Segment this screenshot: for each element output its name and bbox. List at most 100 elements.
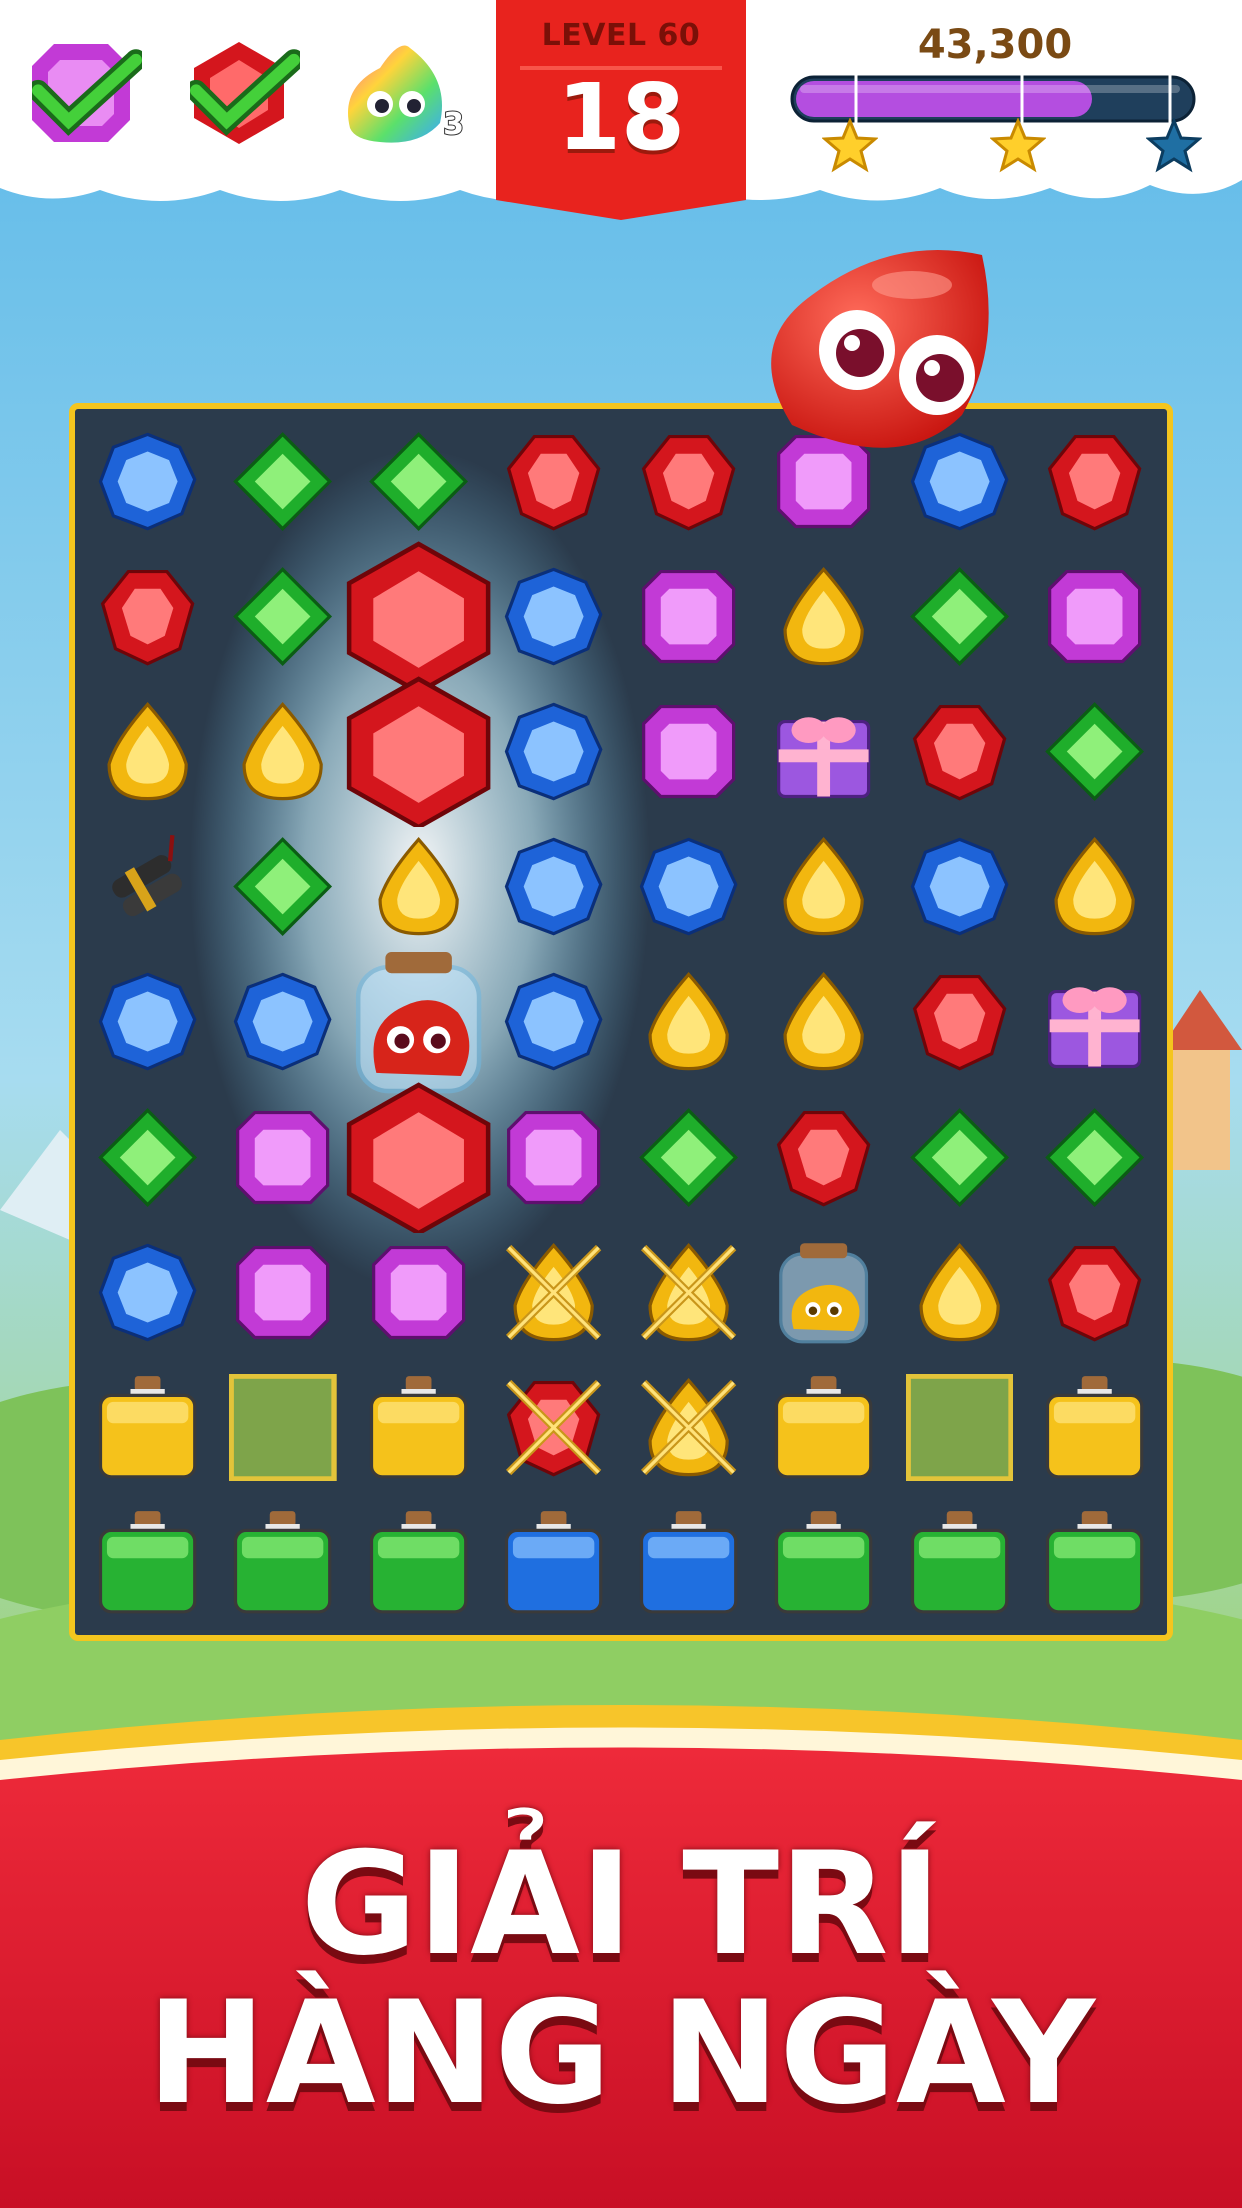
- board-cell-red-gem[interactable]: [906, 968, 1013, 1075]
- board-cell-chained-yellow-gem[interactable]: [500, 1239, 607, 1346]
- board-cell-blue-gem[interactable]: [94, 1239, 201, 1346]
- board-cell-chained-yellow-gem[interactable]: [635, 1374, 742, 1481]
- board-cell-chained-yellow-gem[interactable]: [635, 1239, 742, 1346]
- board-cell-red-gem[interactable]: [94, 563, 201, 670]
- green-gem-icon: [233, 567, 333, 667]
- board-cell-blue-gem[interactable]: [635, 833, 742, 940]
- red-gem-icon: [506, 434, 601, 531]
- moves-counter: 18: [556, 64, 686, 171]
- board-cell-blue-potion[interactable]: [635, 1509, 742, 1616]
- blue-gem-icon: [504, 567, 603, 666]
- board-cell-green-gem[interactable]: [1041, 698, 1148, 805]
- board-cell-green-gem[interactable]: [906, 563, 1013, 670]
- board-cell-purple-gem[interactable]: [500, 1104, 607, 1211]
- board-cell-green-potion[interactable]: [229, 1509, 336, 1616]
- blue-gem-icon: [504, 837, 603, 936]
- board-cell-yellow-potion[interactable]: [365, 1374, 472, 1481]
- board-cell-empty-slot[interactable]: [905, 1373, 1014, 1482]
- board-cell-yellow-gem[interactable]: [770, 833, 877, 940]
- board-cell-red-hex-gem[interactable]: [343, 541, 494, 695]
- chained-red-gem-icon: [505, 1379, 602, 1477]
- purple-gem-icon: [642, 570, 736, 664]
- board-cell-blue-gem[interactable]: [500, 698, 607, 805]
- board-cell-dynamite[interactable]: [94, 833, 201, 940]
- board-cell-purple-gem[interactable]: [365, 1239, 472, 1346]
- level-label: LEVEL 60: [541, 18, 701, 53]
- board-cell-chained-red-gem[interactable]: [500, 1374, 607, 1481]
- board-cell-yellow-gem[interactable]: [365, 833, 472, 940]
- board-cell-green-potion[interactable]: [770, 1509, 877, 1616]
- board-cell-green-potion[interactable]: [906, 1509, 1013, 1616]
- green-gem-icon: [233, 837, 333, 937]
- empty-slot-icon: [905, 1373, 1014, 1482]
- board-cell-blue-gem[interactable]: [94, 428, 201, 535]
- board-cell-gift-box[interactable]: [770, 698, 877, 805]
- board-cell-red-gem[interactable]: [500, 428, 607, 535]
- board-cell-red-hex-gem[interactable]: [343, 676, 494, 830]
- board-cell-purple-gem[interactable]: [635, 698, 742, 805]
- board-cell-green-potion[interactable]: [365, 1509, 472, 1616]
- blue-potion-icon: [639, 1510, 738, 1614]
- board-cell-yellow-gem[interactable]: [635, 968, 742, 1075]
- board-cell-yellow-gem[interactable]: [906, 1239, 1013, 1346]
- green-gem-icon: [909, 567, 1009, 667]
- board-cell-red-gem[interactable]: [1041, 428, 1148, 535]
- board-cell-purple-gem[interactable]: [229, 1104, 336, 1211]
- board-cell-empty-slot[interactable]: [228, 1373, 337, 1482]
- green-gem-icon: [1044, 702, 1144, 802]
- board-cell-green-potion[interactable]: [1041, 1509, 1148, 1616]
- board-cell-red-gem[interactable]: [1041, 1239, 1148, 1346]
- board-cell-jelly-jar-red[interactable]: [343, 946, 494, 1097]
- board-cell-yellow-gem[interactable]: [94, 698, 201, 805]
- board-cell-green-gem[interactable]: [906, 1104, 1013, 1211]
- gift-box-icon: [1047, 987, 1141, 1069]
- board-cell-blue-gem[interactable]: [500, 563, 607, 670]
- board-cell-blue-potion[interactable]: [500, 1509, 607, 1616]
- board-cell-green-gem[interactable]: [229, 563, 336, 670]
- red-gem-icon: [1047, 434, 1142, 531]
- blue-gem-icon: [98, 973, 197, 1071]
- board-cell-blue-gem[interactable]: [229, 968, 336, 1075]
- board-cell-yellow-gem[interactable]: [770, 968, 877, 1075]
- board-cell-green-potion[interactable]: [94, 1509, 201, 1616]
- green-potion-icon: [775, 1510, 873, 1614]
- board-cell-jelly-jar-yellow[interactable]: [770, 1239, 877, 1346]
- board-cell-yellow-potion[interactable]: [770, 1374, 877, 1481]
- rainbow-jelly-icon: [348, 45, 442, 143]
- board-cell-red-gem[interactable]: [770, 1104, 877, 1211]
- board-cell-purple-gem[interactable]: [1041, 563, 1148, 670]
- board-cell-yellow-gem[interactable]: [770, 563, 877, 670]
- board-cell-gift-box[interactable]: [1041, 968, 1148, 1075]
- board-cell-blue-gem[interactable]: [500, 968, 607, 1075]
- yellow-potion-icon: [369, 1375, 467, 1479]
- board-cell-purple-gem[interactable]: [229, 1239, 336, 1346]
- board-cell-green-gem[interactable]: [635, 1104, 742, 1211]
- board-cell-yellow-gem[interactable]: [229, 698, 336, 805]
- board-cell-red-hex-gem[interactable]: [343, 1081, 494, 1236]
- blue-gem-icon: [504, 973, 603, 1071]
- board-cell-yellow-potion[interactable]: [1041, 1374, 1148, 1481]
- board-cell-green-gem[interactable]: [94, 1104, 201, 1211]
- yellow-gem-icon: [783, 567, 865, 666]
- green-potion-icon: [910, 1510, 1008, 1614]
- yellow-gem-icon: [648, 972, 729, 1071]
- green-gem-icon: [639, 1107, 739, 1207]
- board-cell-yellow-potion[interactable]: [94, 1374, 201, 1481]
- board-cell-green-gem[interactable]: [229, 833, 336, 940]
- board-cell-red-gem[interactable]: [906, 698, 1013, 805]
- red-gem-icon: [1047, 1245, 1142, 1342]
- board-cell-blue-gem[interactable]: [500, 833, 607, 940]
- board-cell-blue-gem[interactable]: [94, 968, 201, 1075]
- blue-gem-icon: [98, 432, 197, 531]
- red-gem-icon: [777, 1110, 871, 1206]
- board-cell-green-gem[interactable]: [365, 428, 472, 535]
- goal-purple-gem: [26, 38, 142, 148]
- yellow-potion-icon: [1045, 1375, 1144, 1479]
- board-cell-purple-gem[interactable]: [635, 563, 742, 670]
- board-cell-green-gem[interactable]: [229, 428, 336, 535]
- board-cell-red-gem[interactable]: [635, 428, 742, 535]
- board-cell-yellow-gem[interactable]: [1041, 833, 1148, 940]
- green-potion-icon: [1045, 1510, 1144, 1614]
- board-cell-green-gem[interactable]: [1041, 1104, 1148, 1211]
- board-cell-blue-gem[interactable]: [906, 833, 1013, 940]
